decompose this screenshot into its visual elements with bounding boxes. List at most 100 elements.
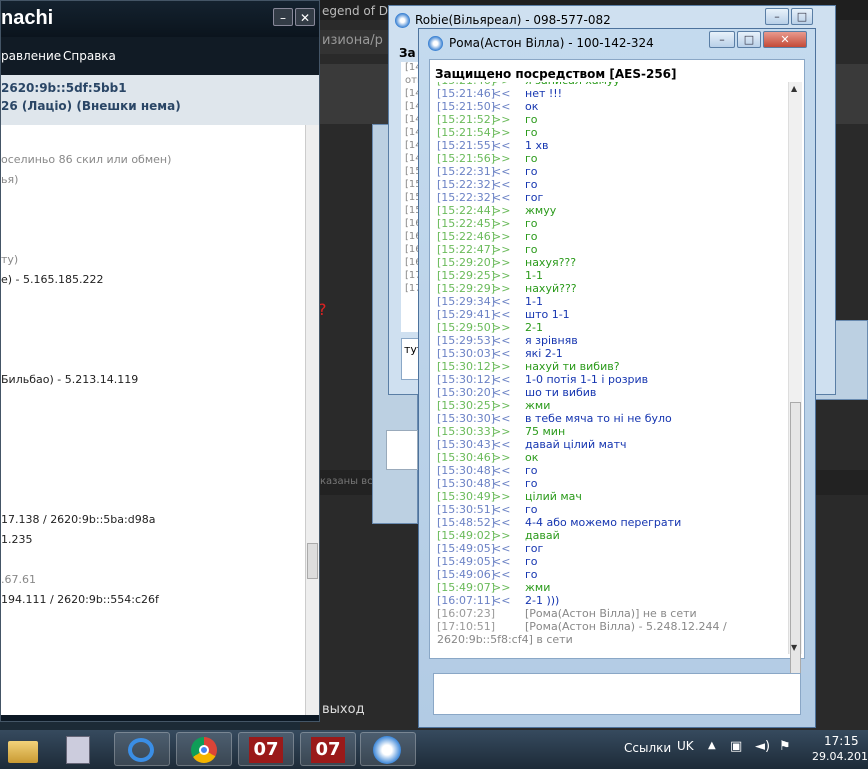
message-text: го: [525, 464, 538, 477]
robie-secured-label: За: [399, 46, 416, 60]
message-direction: >>: [492, 360, 511, 373]
message-direction: <<: [492, 334, 511, 347]
message-time: [15:49:05]: [437, 542, 495, 555]
message-direction: <<: [492, 191, 511, 204]
message-time: [15:22:46]: [437, 230, 495, 243]
message-time: [15:49:07]: [437, 581, 495, 594]
network-list-scrollbar[interactable]: [305, 125, 319, 715]
close-button[interactable]: ✕: [295, 8, 315, 26]
menu-item-manage[interactable]: равление: [1, 49, 61, 63]
menu-item-help[interactable]: Справка: [63, 49, 116, 63]
message-time: [15:30:51]: [437, 503, 495, 516]
message-direction: >>: [492, 256, 511, 269]
message-time: [15:30:25]: [437, 399, 495, 412]
message-text: 4-4 або можемо переграти: [525, 516, 682, 529]
message-time: [15:30:30]: [437, 412, 495, 425]
message-text: 2-1: [525, 321, 543, 334]
message-time: [16:07:23]: [437, 607, 495, 620]
message-direction: <<: [492, 412, 511, 425]
clock-time[interactable]: 17:15: [824, 734, 859, 748]
hamachi-titlebar: nachi – ✕: [1, 1, 319, 37]
message-direction: <<: [492, 295, 511, 308]
list-item[interactable]: ту): [1, 253, 18, 266]
message-time: [15:49:02]: [437, 529, 495, 542]
minimize-button[interactable]: –: [273, 8, 293, 26]
message-time: [15:22:31]: [437, 165, 495, 178]
maximize-button[interactable]: □: [737, 31, 761, 48]
message-time: [16:07:11]: [437, 594, 495, 607]
message-direction: <<: [492, 438, 511, 451]
hamachi-logo: nachi: [1, 7, 54, 29]
message-input[interactable]: [433, 673, 801, 715]
list-item[interactable]: Бильбао) - 5.213.14.119: [1, 373, 138, 386]
calculator-icon[interactable]: [58, 732, 114, 766]
language-indicator[interactable]: UK: [677, 739, 694, 753]
message-text: цілий мач: [525, 490, 582, 503]
message-time: [15:21:50]: [437, 100, 495, 113]
clock-date[interactable]: 29.04.2012: [812, 750, 868, 763]
maximize-button[interactable]: □: [791, 8, 813, 25]
action-center-icon[interactable]: ⚑: [779, 739, 791, 754]
volume-icon[interactable]: ◄): [755, 739, 770, 754]
app07-icon[interactable]: 07: [238, 732, 294, 766]
links-toolbar-label[interactable]: Ссылки: [624, 741, 671, 755]
info-address: 2620:9b::5df:5bb1: [1, 81, 127, 95]
list-item[interactable]: 1.235: [1, 533, 33, 546]
message-time: [15:29:50]: [437, 321, 495, 334]
message-direction: <<: [492, 503, 511, 516]
message-text: 1-0 потія 1-1 і розрив: [525, 373, 649, 386]
scrollbar-thumb[interactable]: [790, 402, 801, 702]
list-item[interactable]: оселиньо 86 скил или обмен): [1, 153, 171, 166]
message-text: я зрівняв: [525, 334, 578, 347]
list-item[interactable]: .67.61: [1, 573, 36, 586]
tray-expand-icon[interactable]: ▲: [708, 740, 716, 751]
list-item[interactable]: 194.111 / 2620:9b::554:c26f: [1, 593, 159, 606]
message-time: [15:29:34]: [437, 295, 495, 308]
network-icon[interactable]: ▣: [730, 739, 742, 754]
minimize-button[interactable]: –: [765, 8, 789, 25]
message-text: шо ти вибив: [525, 386, 597, 399]
message-direction: >>: [492, 113, 511, 126]
ie-icon[interactable]: [114, 732, 170, 766]
hamachi-icon[interactable]: [360, 732, 416, 766]
message-text: в тебе мяча то ні не було: [525, 412, 672, 425]
message-text: 75 мин: [525, 425, 566, 438]
chat-history: Защищено посредством [AES-256] [15:21:46…: [429, 59, 805, 702]
list-item[interactable]: е) - 5.165.185.222: [1, 273, 104, 286]
scroll-up-arrow-icon[interactable]: ▲: [791, 84, 797, 93]
close-button[interactable]: ✕: [763, 31, 807, 48]
message-text: давай цілий матч: [525, 438, 627, 451]
message-text: [Рома(Астон Вілла)] не в сети: [525, 607, 697, 620]
message-text: жми: [525, 581, 551, 594]
message-direction: >>: [492, 321, 511, 334]
message-direction: >>: [492, 529, 511, 542]
message-text: го: [525, 503, 538, 516]
message-time: [15:29:53]: [437, 334, 495, 347]
message-time: [15:21:54]: [437, 126, 495, 139]
message-time: [15:30:12]: [437, 360, 495, 373]
message-direction: <<: [492, 594, 511, 607]
explorer-icon[interactable]: [0, 732, 56, 766]
message-text: 2-1 ))): [525, 594, 560, 607]
message-list: [15:21:46]>>я записал хамуу[15:21:46]<<н…: [430, 82, 786, 652]
message-text: 1-1: [525, 269, 543, 282]
chat-scrollbar[interactable]: ▲ ▼: [788, 82, 802, 702]
app07-icon[interactable]: 07: [300, 732, 356, 766]
robie-window-title: Robie(Вільяреал) - 098-577-082: [415, 13, 611, 27]
minimize-button[interactable]: –: [709, 31, 735, 48]
message-time: [15:30:46]: [437, 451, 495, 464]
message-text: го: [525, 126, 538, 139]
scroll-down-arrow-icon[interactable]: ▼: [791, 643, 797, 652]
chrome-icon[interactable]: [176, 732, 232, 766]
message-direction: <<: [492, 373, 511, 386]
message-text: нахуй ти вибив?: [525, 360, 620, 373]
message-time: [15:29:25]: [437, 269, 495, 282]
list-item[interactable]: 17.138 / 2620:9b::5ba:d98a: [1, 513, 155, 526]
message-text: давай: [525, 529, 560, 542]
info-status: 26 (Лацiо) (Внешки нема): [1, 99, 181, 113]
list-item[interactable]: ья): [1, 173, 18, 186]
message-text: го: [525, 113, 538, 126]
encryption-label: Защищено посредством [AES-256]: [435, 67, 677, 81]
message-direction: >>: [492, 230, 511, 243]
scrollbar-thumb[interactable]: [307, 543, 318, 579]
